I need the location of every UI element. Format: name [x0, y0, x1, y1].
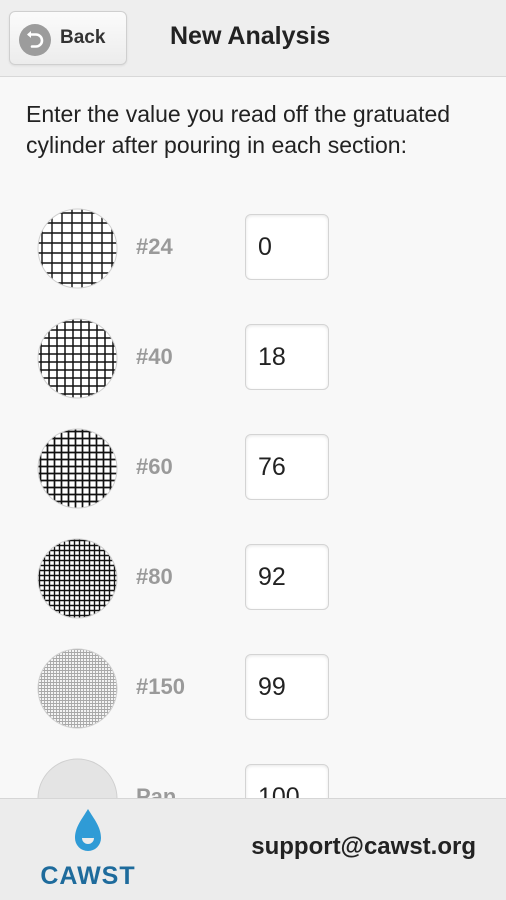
sieve-value-input[interactable]: [245, 324, 329, 390]
sieve-mesh-icon: [37, 208, 118, 289]
cawst-logo: CAWST: [36, 807, 140, 895]
sieve-value-input[interactable]: [245, 544, 329, 610]
sieve-mesh-icon: [37, 318, 118, 399]
water-drop-icon: [75, 809, 101, 851]
sieve-label: #150: [136, 674, 185, 699]
sieve-mesh-icon: [37, 538, 118, 619]
analysis-content: Enter the value you read off the gratuat…: [0, 77, 506, 798]
back-arrow-icon: [19, 24, 51, 56]
instructions-text: Enter the value you read off the gratuat…: [26, 101, 451, 158]
sieve-value-input[interactable]: [245, 764, 329, 798]
sieve-label: Pan: [136, 784, 177, 798]
sieve-mesh-icon: [37, 648, 118, 729]
sieve-label: #80: [136, 564, 173, 589]
sieve-mesh-icon: [37, 428, 118, 509]
sieve-row-24: #24: [0, 208, 506, 308]
sieve-label: #24: [136, 234, 173, 259]
app-screen: Back New Analysis Enter the value you re…: [0, 0, 506, 900]
header-bar: Back New Analysis: [0, 0, 506, 77]
sieve-row-80: #80: [0, 538, 506, 638]
sieve-row-pan: Pan: [0, 758, 506, 798]
support-email-link[interactable]: support@cawst.org: [251, 833, 476, 861]
sieve-value-input[interactable]: [245, 214, 329, 280]
footer-bar: CAWST support@cawst.org: [0, 798, 506, 900]
sieve-row-40: #40: [0, 318, 506, 418]
sieve-row-60: #60: [0, 428, 506, 528]
back-button[interactable]: Back: [9, 11, 127, 65]
sieve-value-input[interactable]: [245, 434, 329, 500]
sieve-label: #40: [136, 344, 173, 369]
sieve-row-150: #150: [0, 648, 506, 748]
pan-icon: [37, 758, 118, 798]
sieve-value-input[interactable]: [245, 654, 329, 720]
back-label: Back: [60, 27, 106, 48]
sieve-label: #60: [136, 454, 173, 479]
page-title: New Analysis: [170, 22, 331, 50]
logo-text: CAWST: [40, 862, 136, 890]
